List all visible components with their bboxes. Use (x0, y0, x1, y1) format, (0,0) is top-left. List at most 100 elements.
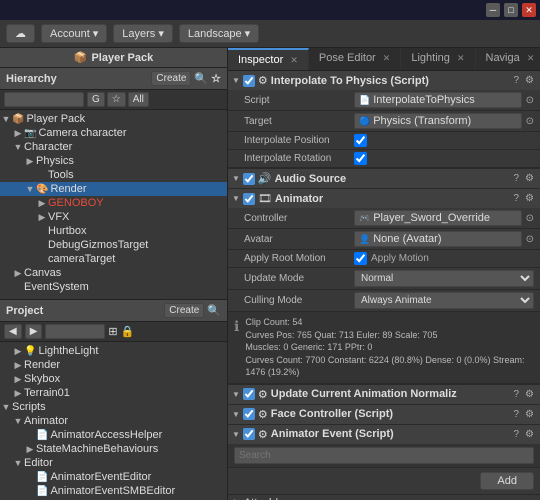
script-pick-btn[interactable]: ⊙ (526, 95, 534, 106)
face-help-btn[interactable]: ? (511, 409, 521, 420)
tree-item-tools[interactable]: Tools (0, 168, 227, 182)
hierarchy-search-input[interactable] (4, 92, 84, 107)
project-forward-button[interactable]: ▶ (25, 324, 43, 339)
anim-event-icon: ⚙ (258, 428, 268, 441)
audio-checkbox[interactable] (243, 173, 255, 185)
tree-item-hurtbox[interactable]: Hurtbox (0, 224, 227, 238)
hierarchy-search-star-tag[interactable]: ☆ (107, 92, 126, 107)
tab-pose-close[interactable]: ✕ (383, 53, 391, 63)
anim-event-search (228, 444, 540, 468)
tree-label: GENOBOY (48, 197, 227, 209)
tree-item-scripts[interactable]: ▼ Scripts (0, 400, 227, 414)
update-norm-settings-btn[interactable]: ⚙ (523, 389, 536, 400)
tab-lighting-close[interactable]: ✕ (457, 53, 465, 63)
anim-event-search-input[interactable] (234, 447, 534, 464)
anim-event-checkbox[interactable] (243, 428, 255, 440)
interpolate-rot-checkbox[interactable] (354, 152, 367, 165)
apply-root-motion-checkbox[interactable] (354, 252, 367, 265)
hierarchy-create-button[interactable]: Create (151, 71, 191, 86)
tree-item-genoboy[interactable]: ▶ GENOBOY (0, 196, 227, 210)
tree-item-event-system[interactable]: EventSystem (0, 280, 227, 294)
tree-label: LightheLight (38, 345, 227, 357)
interpolate-header[interactable]: ▼ ⚙ Interpolate To Physics (Script) ? ⚙ (228, 71, 540, 90)
tree-arrow: ▶ (12, 128, 24, 139)
update-mode-select[interactable]: Normal Animate Physics Unscaled Time (354, 270, 534, 287)
target-pick-btn[interactable]: ⊙ (526, 116, 534, 127)
culling-mode-select[interactable]: Always Animate Cull Update Transforms Cu… (354, 292, 534, 309)
close-button[interactable]: ✕ (522, 3, 536, 17)
interpolate-checkbox[interactable] (243, 75, 255, 87)
face-controller-header[interactable]: ▼ ⚙ Face Controller (Script) ? ⚙ (228, 405, 540, 424)
cloud-button[interactable]: ☁ (6, 24, 35, 43)
animator-help-btn[interactable]: ? (511, 193, 521, 204)
tab-naviga-close[interactable]: ✕ (527, 53, 535, 63)
tab-inspector[interactable]: Inspector ✕ (228, 48, 309, 70)
animator-event-header[interactable]: ▼ ⚙ Animator Event (Script) ? ⚙ (228, 425, 540, 444)
controller-pick-btn[interactable]: ⊙ (526, 213, 534, 224)
animator-component: ▼ 🎞 Animator ? ⚙ Controller 🎮 Player_Swo… (228, 189, 540, 385)
anim-event-settings-btn[interactable]: ⚙ (523, 429, 536, 440)
apply-root-motion-row: Apply Root Motion Apply Motion (228, 250, 540, 268)
project-create-button[interactable]: Create (164, 303, 204, 318)
comp-settings-btn[interactable]: ⚙ (523, 75, 536, 86)
script-row: Script 📄 InterpolateToPhysics ⊙ (228, 90, 540, 111)
layers-button[interactable]: Layers ▾ (113, 24, 173, 43)
comp-help-btn[interactable]: ? (511, 75, 521, 86)
tree-item-animator-event-editor[interactable]: 📄 AnimatorEventEditor (0, 470, 227, 484)
tree-item-render[interactable]: ▼ 🎨 Render (0, 182, 227, 196)
audio-help-btn[interactable]: ? (511, 173, 521, 184)
tab-lighting-label: Lighting (411, 52, 450, 64)
project-title: Project (6, 305, 43, 317)
audio-settings-btn[interactable]: ⚙ (523, 173, 536, 184)
tree-item-animator-event-smb[interactable]: 📄 AnimatorEventSMBEditor (0, 484, 227, 498)
tree-label: Render (24, 359, 227, 371)
minimize-button[interactable]: ─ (486, 3, 500, 17)
audio-header[interactable]: ▼ 🔊 Audio Source ? ⚙ (228, 169, 540, 188)
tree-item-terrain01[interactable]: ▶ Terrain01 (0, 386, 227, 400)
maximize-button[interactable]: □ (504, 3, 518, 17)
face-settings-btn[interactable]: ⚙ (523, 409, 536, 420)
tree-arrow: ▶ (12, 374, 24, 385)
anim-event-help-btn[interactable]: ? (511, 429, 521, 440)
tree-item-skybox[interactable]: ▶ Skybox (0, 372, 227, 386)
update-norm-help-btn[interactable]: ? (511, 389, 521, 400)
account-button[interactable]: Account ▾ (41, 24, 107, 43)
tree-item-state-machine[interactable]: ▶ StateMachineBehaviours (0, 442, 227, 456)
tree-item-physics[interactable]: ▶ Physics (0, 154, 227, 168)
tree-label: Scripts (12, 401, 227, 413)
tree-item-animator-scripts[interactable]: ▼ Animator (0, 414, 227, 428)
landscape-button[interactable]: Landscape ▾ (179, 24, 259, 43)
tree-item-player-pack[interactable]: ▼ 📦 Player Pack (0, 112, 227, 126)
animator-header[interactable]: ▼ 🎞 Animator ? ⚙ (228, 189, 540, 208)
anim-item-attack[interactable]: ▶ Attack/ (228, 495, 540, 500)
main-layout: 📦 Player Pack Hierarchy Create 🔍 ☆ G ☆ (0, 48, 540, 500)
tree-item-character[interactable]: ▼ Character (0, 140, 227, 154)
tree-item-camera-character[interactable]: ▶ 📷 Camera character (0, 126, 227, 140)
hierarchy-search-g-tag[interactable]: G (87, 92, 105, 107)
hierarchy-search-all-tag[interactable]: All (128, 92, 149, 107)
update-norm-header[interactable]: ▼ ⚙ Update Current Animation Normaliz ? … (228, 385, 540, 404)
animator-checkbox[interactable] (243, 193, 255, 205)
update-norm-checkbox[interactable] (243, 388, 255, 400)
tree-item-debug-gizmos[interactable]: DebugGizmosTarget (0, 238, 227, 252)
tree-item-render-proj[interactable]: ▶ Render (0, 358, 227, 372)
tree-item-canvas[interactable]: ▶ Canvas (0, 266, 227, 280)
tree-item-lighthelight[interactable]: ▶ 💡 LightheLight (0, 344, 227, 358)
tree-item-animator-access[interactable]: 📄 AnimatorAccessHelper (0, 428, 227, 442)
tree-item-vfx[interactable]: ▶ VFX (0, 210, 227, 224)
avatar-pick-btn[interactable]: ⊙ (526, 234, 534, 245)
face-checkbox[interactable] (243, 408, 255, 420)
project-back-button[interactable]: ◀ (4, 324, 22, 339)
project-search-input[interactable] (45, 324, 105, 339)
tree-item-camera-target[interactable]: cameraTarget (0, 252, 227, 266)
animator-settings-btn[interactable]: ⚙ (523, 193, 536, 204)
interpolate-pos-checkbox[interactable] (354, 134, 367, 147)
tab-lighting[interactable]: Lighting ✕ (401, 48, 475, 70)
hierarchy-section: 📦 Player Pack Hierarchy Create 🔍 ☆ G ☆ (0, 48, 227, 300)
tab-naviga[interactable]: Naviga ✕ (476, 48, 540, 70)
tree-label: Terrain01 (24, 387, 227, 399)
tab-inspector-close[interactable]: ✕ (290, 55, 298, 65)
tree-item-editor[interactable]: ▼ Editor (0, 456, 227, 470)
add-button[interactable]: Add (480, 472, 534, 490)
tab-pose-editor[interactable]: Pose Editor ✕ (309, 48, 401, 70)
